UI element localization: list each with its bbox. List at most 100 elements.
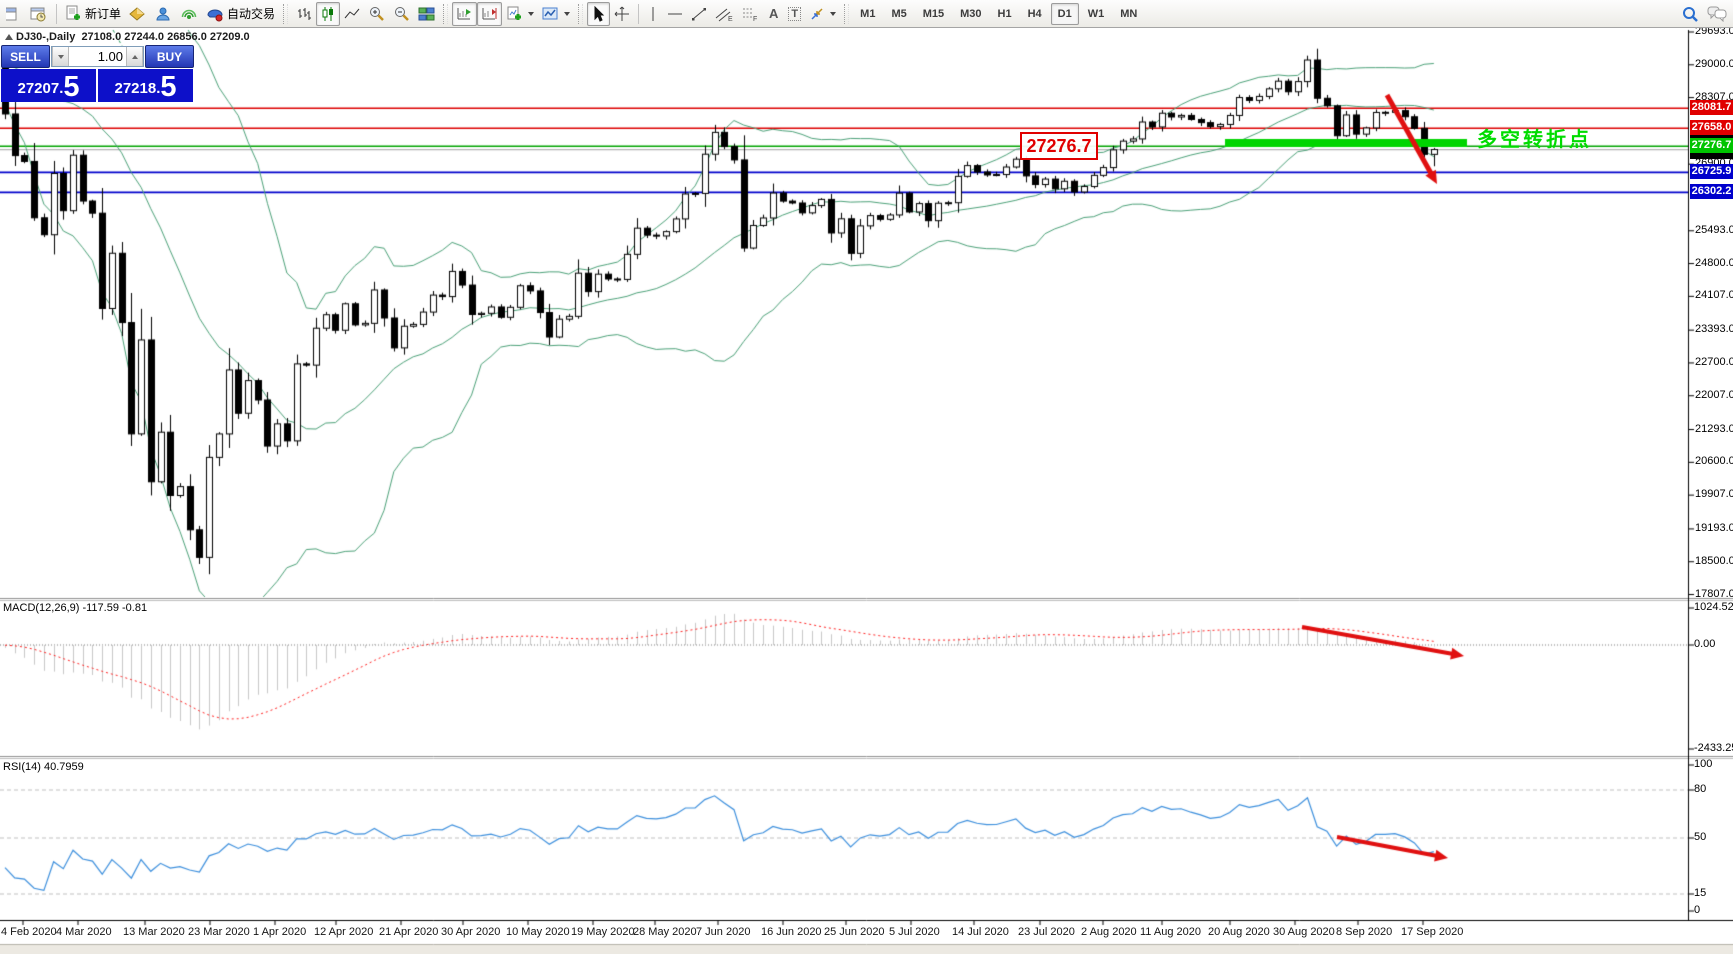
symbol-label: DJ30-,Daily — [16, 31, 75, 43]
ohlc-values: 27108.0 27244.0 26856.0 27209.0 — [81, 31, 249, 43]
date-axis-label: 25 Jun 2020 — [824, 926, 885, 938]
cursor-tool-button[interactable] — [587, 2, 610, 26]
date-axis-label: 4 Feb 2020 — [1, 926, 57, 938]
volume-input[interactable] — [69, 47, 126, 66]
horizontal-line-tool-button[interactable] — [663, 2, 687, 26]
text-tool-button[interactable]: A — [763, 2, 784, 26]
buy-price-display[interactable]: 27218.5 — [98, 69, 193, 102]
price-level-badge: 27658.0 — [1690, 120, 1733, 135]
channel-tool-button[interactable]: E — [711, 2, 737, 26]
rsi-indicator-label: RSI(14) 40.7959 — [3, 761, 84, 773]
chart-ohlc-header: DJ30-,Daily 27108.0 27244.0 26856.0 2720… — [5, 31, 250, 43]
tile-windows-button[interactable] — [414, 2, 439, 26]
signals-button[interactable] — [176, 2, 202, 26]
date-axis-label: 5 Jul 2020 — [889, 926, 940, 938]
search-button[interactable] — [1677, 2, 1703, 26]
text-label-tool-button[interactable]: T — [784, 2, 805, 26]
timeframe-button-M30[interactable]: M30 — [953, 3, 988, 25]
fibonacci-tool-button[interactable]: F — [737, 2, 763, 26]
new-order-icon — [65, 5, 82, 22]
price-axis-tick-label: 19193.0 — [1695, 522, 1733, 534]
date-axis-label: 21 Apr 2020 — [379, 926, 438, 938]
candlestick-chart-button[interactable] — [316, 2, 340, 26]
date-axis-label: 12 Apr 2020 — [314, 926, 373, 938]
cursor-icon — [591, 6, 606, 22]
sell-button[interactable]: SELL — [1, 45, 50, 68]
date-axis-label: 20 Aug 2020 — [1208, 926, 1270, 938]
chevron-down-icon — [564, 12, 570, 16]
timeframe-button-M5[interactable]: M5 — [884, 3, 913, 25]
turning-point-note: 多空转折点 — [1477, 123, 1592, 152]
toolbar-grip — [578, 4, 583, 24]
price-axis-tick-label: 23393.0 — [1695, 323, 1733, 335]
price-level-badge: 26725.9 — [1690, 164, 1733, 179]
price-axis-tick-label: 19907.0 — [1695, 488, 1733, 500]
new-order-button[interactable]: 新订单 — [61, 2, 125, 26]
date-axis-label: 19 May 2020 — [571, 926, 635, 938]
data-window-button[interactable] — [26, 2, 52, 26]
macd-axis-tick-label: 0.00 — [1694, 638, 1715, 650]
price-chart-canvas[interactable] — [0, 0, 1733, 954]
sell-price-display[interactable]: 27207.5 — [1, 69, 96, 102]
timeframe-button-D1[interactable]: D1 — [1051, 3, 1079, 25]
zoom-out-button[interactable] — [389, 2, 414, 26]
new-chart-button[interactable] — [502, 2, 538, 26]
macd-indicator-label: MACD(12,26,9) -117.59 -0.81 — [3, 602, 147, 614]
timeframe-button-W1[interactable]: W1 — [1081, 3, 1112, 25]
trendline-tool-button[interactable] — [687, 2, 711, 26]
metaeditor-button[interactable] — [125, 2, 150, 26]
timeframe-button-M1[interactable]: M1 — [853, 3, 882, 25]
date-axis-label: 8 Sep 2020 — [1336, 926, 1392, 938]
price-axis-tick-label: 25493.0 — [1695, 224, 1733, 236]
channel-icon: E — [715, 6, 733, 22]
toolbar-separator — [638, 4, 639, 24]
volume-increase-button[interactable] — [126, 47, 143, 66]
price-level-badge: 28081.7 — [1690, 100, 1733, 115]
volume-stepper — [51, 46, 144, 67]
autotrading-button[interactable]: 自动交易 — [202, 2, 279, 26]
date-axis-label: 7 Jun 2020 — [696, 926, 750, 938]
text-tool-label: A — [767, 6, 780, 21]
autotrading-icon — [206, 6, 224, 22]
bar-chart-button[interactable] — [292, 2, 316, 26]
timeframe-button-M15[interactable]: M15 — [916, 3, 951, 25]
buy-button[interactable]: BUY — [145, 45, 194, 68]
date-axis-label: 17 Sep 2020 — [1401, 926, 1463, 938]
toolbar: 新订单 自动交易 E F A T M1M5M15M30H1H4D — [0, 0, 1733, 28]
toolbar-grip — [283, 4, 288, 24]
date-axis-label: 30 Aug 2020 — [1273, 926, 1335, 938]
chart-shift-icon — [481, 6, 498, 22]
price-axis-tick-label: 20600.0 — [1695, 455, 1733, 467]
chevron-down-icon — [830, 12, 836, 16]
triangle-down-icon — [58, 55, 64, 59]
price-annotation-box[interactable]: 27276.7 — [1020, 132, 1098, 160]
one-click-trading-widget: SELL BUY 27207.5 27218.5 — [1, 45, 194, 102]
mt4-window: DJ30-,Daily 27108.0 27244.0 26856.0 2720… — [0, 0, 1733, 954]
chat-button[interactable] — [1703, 2, 1731, 26]
timeframe-button-H4[interactable]: H4 — [1021, 3, 1049, 25]
zoom-in-button[interactable] — [364, 2, 389, 26]
arrows-tool-button[interactable] — [805, 2, 840, 26]
crosshair-tool-button[interactable] — [610, 2, 634, 26]
chart-shift-button[interactable] — [477, 2, 502, 26]
line-chart-button[interactable] — [340, 2, 364, 26]
auto-scroll-icon — [456, 6, 473, 22]
timeframe-button-MN[interactable]: MN — [1113, 3, 1144, 25]
auto-scroll-button[interactable] — [452, 2, 477, 26]
vertical-line-tool-button[interactable] — [643, 2, 663, 26]
gold-diamond-icon — [129, 6, 146, 22]
search-icon — [1681, 5, 1699, 23]
templates-button[interactable] — [538, 2, 574, 26]
macd-axis-tick-label: 1024.52 — [1694, 601, 1733, 613]
svg-text:E: E — [728, 16, 733, 22]
zoom-out-icon — [393, 5, 410, 22]
timeframe-button-H1[interactable]: H1 — [991, 3, 1019, 25]
volume-decrease-button[interactable] — [52, 47, 69, 66]
date-axis-label: 11 Aug 2020 — [1140, 926, 1201, 938]
date-axis-label: 23 Jul 2020 — [1018, 926, 1075, 938]
date-axis-label: 4 Mar 2020 — [56, 926, 112, 938]
rsi-axis-tick-label: 50 — [1694, 831, 1706, 843]
line-chart-icon — [344, 6, 360, 22]
chart-window-button[interactable] — [2, 2, 26, 26]
community-button[interactable] — [150, 2, 176, 26]
